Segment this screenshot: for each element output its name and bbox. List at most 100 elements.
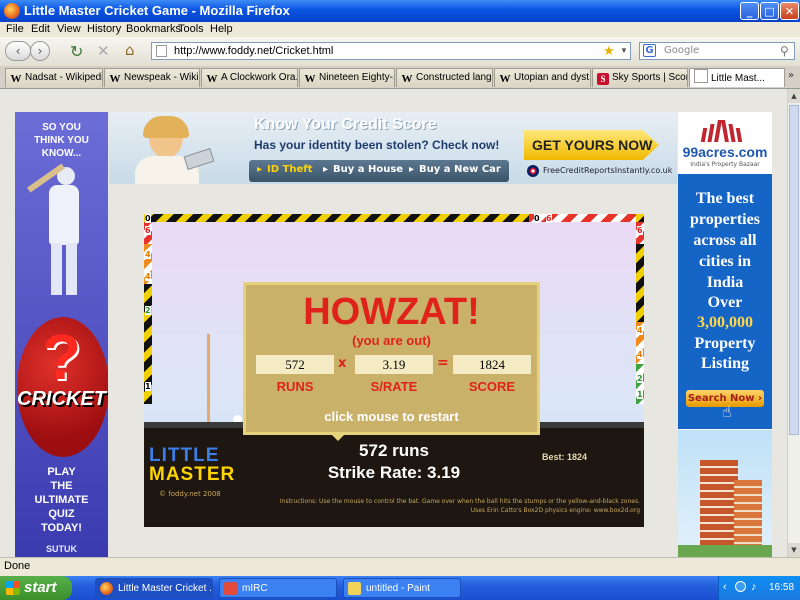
get-yours-now-button[interactable]: GET YOURS NOW: [524, 130, 659, 160]
zone-number: 4: [145, 272, 151, 281]
howzat-dialog[interactable]: HOWZAT! (you are out) 572 x 3.19 = 1824 …: [243, 282, 540, 435]
runs-value: 572: [256, 355, 334, 374]
batsman-figure: [27, 163, 90, 297]
reload-icon[interactable]: ↻: [70, 42, 83, 61]
zone-number: 6: [637, 226, 643, 235]
zone-number: 2: [145, 306, 151, 315]
zone-number: 6: [145, 226, 151, 235]
mirc-icon: [224, 582, 237, 595]
tab-utopian[interactable]: W Utopian and dyst...: [494, 68, 591, 87]
firefox-icon: [100, 582, 113, 595]
windows-taskbar: start Little Master Cricket ... mIRC unt…: [0, 576, 800, 600]
copyright: © foddy.net 2008: [159, 490, 221, 498]
99acres-body: The best properties across all cities in…: [690, 190, 760, 291]
tab-little-master[interactable]: Little Mast...: [689, 68, 785, 87]
menu-view[interactable]: View: [57, 23, 81, 35]
menu-edit[interactable]: Edit: [31, 23, 50, 35]
little-master-logo-bottom: MASTER: [149, 464, 236, 485]
question-mark: ?: [41, 321, 82, 393]
tab-sky-sports[interactable]: SSky Sports | Scor...: [592, 68, 688, 87]
search-box[interactable]: G Google ⚲: [639, 42, 795, 60]
cricket-quiz-ad[interactable]: SO YOU THINK YOU KNOW... ? CRICKET PLAY …: [15, 112, 108, 557]
scroll-down-arrow-icon[interactable]: ▼: [788, 543, 800, 557]
address-bar[interactable]: http://www.foddy.net/Cricket.html ★ ▼: [151, 42, 631, 60]
page-viewport: SO YOU THINK YOU KNOW... ? CRICKET PLAY …: [0, 89, 787, 557]
uk-flag-icon: [527, 165, 539, 177]
buy-car-link[interactable]: Buy a New Car: [419, 164, 501, 175]
taskbar-item-firefox[interactable]: Little Master Cricket ...: [95, 578, 213, 598]
menu-bar: File Edit View History Bookmarks Tools H…: [0, 22, 800, 37]
cricket-brand: CRICKET: [17, 388, 106, 410]
ad-cta-1: PLAY: [47, 466, 76, 478]
tab-constructed-lang[interactable]: W Constructed lang...: [396, 68, 493, 87]
vertical-scrollbar[interactable]: ▲ ▼: [787, 89, 800, 557]
99acres-tagline: India's Property Bazaar: [690, 161, 760, 168]
runs-label: RUNS: [276, 379, 314, 394]
windows-logo-icon: [6, 581, 20, 595]
taskbar-item-paint[interactable]: untitled - Paint: [343, 578, 461, 598]
scroll-thumb[interactable]: [789, 105, 799, 435]
minimize-button[interactable]: _: [740, 2, 759, 20]
volume-icon[interactable]: ♪: [751, 576, 757, 599]
times-sign: x: [338, 356, 347, 371]
close-button[interactable]: ✕: [780, 2, 799, 20]
scroll-up-arrow-icon[interactable]: ▲: [788, 89, 800, 103]
equals-sign: =: [437, 355, 449, 371]
url-text: http://www.foddy.net/Cricket.html: [174, 45, 334, 57]
game-instructions: Instructions: Use the mouse to control t…: [279, 498, 640, 505]
home-icon[interactable]: ⌂: [125, 41, 135, 59]
search-magnifier-icon[interactable]: ⚲: [780, 43, 789, 59]
system-tray: ‹ ♪ 16:58: [718, 576, 800, 600]
cricket-game-canvas[interactable]: 0 0 6 6 4 4 2 1 6 4 4 2 1 HOWZAT! (you a…: [144, 214, 644, 527]
menu-tools[interactable]: Tools: [178, 23, 204, 35]
tray-expand-icon[interactable]: ‹: [723, 576, 727, 599]
status-bar: Done: [0, 557, 800, 576]
wikipedia-icon: W: [499, 73, 511, 85]
dropdown-arrow-icon[interactable]: ▼: [620, 43, 628, 59]
howzat-title: HOWZAT!: [303, 291, 480, 333]
forward-button[interactable]: ›: [30, 41, 50, 61]
taskbar-item-mirc[interactable]: mIRC: [219, 578, 337, 598]
tab-newspeak[interactable]: WNewspeak - Wikip...: [104, 68, 200, 87]
zone-number: 4: [145, 250, 151, 259]
out-subtitle: (you are out): [352, 333, 431, 348]
wikipedia-icon: W: [109, 73, 121, 85]
zone-number: 1: [145, 382, 151, 391]
maximize-button[interactable]: □: [760, 2, 779, 20]
stop-icon[interactable]: ✕: [97, 42, 110, 60]
buy-house-link[interactable]: Buy a House: [333, 164, 403, 175]
start-button[interactable]: start: [0, 576, 72, 600]
search-placeholder: Google: [664, 45, 700, 56]
credit-score-banner[interactable]: Know Your Credit Score Has your identity…: [109, 112, 677, 184]
tab-nadsat[interactable]: WNadsat - Wikipedi...: [5, 68, 103, 87]
tab-strip: WNadsat - Wikipedi... WNewspeak - Wikip.…: [0, 66, 800, 89]
bookmark-star-icon[interactable]: ★: [603, 43, 615, 59]
score-value: 1824: [453, 355, 531, 374]
physics-credit: Uses Erin Catto's Box2D physics engine: …: [470, 507, 640, 514]
network-icon[interactable]: [735, 581, 746, 592]
best-score: Best: 1824: [542, 452, 588, 462]
menu-bookmarks[interactable]: Bookmarks: [126, 23, 181, 35]
tab-list-arrow-icon[interactable]: »: [788, 70, 794, 81]
menu-history[interactable]: History: [87, 23, 121, 35]
menu-file[interactable]: File: [6, 23, 24, 35]
menu-help[interactable]: Help: [210, 23, 233, 35]
window-title-bar[interactable]: Little Master Cricket Game - Mozilla Fir…: [0, 0, 800, 22]
restart-instruction[interactable]: click mouse to restart: [246, 409, 537, 424]
page-icon: [156, 45, 167, 57]
99acres-over: Over: [707, 294, 743, 311]
building-bars-icon: [698, 118, 748, 142]
ad-line-2: THINK YOU: [34, 135, 89, 146]
ad-cta-2: THE: [50, 480, 73, 492]
strike-rate-label: S/RATE: [370, 379, 418, 394]
back-button[interactable]: ‹: [5, 41, 31, 61]
zone-number: 1: [637, 390, 643, 399]
hand-cursor-icon: ☝: [722, 402, 732, 421]
forward-arrow-icon: ›: [37, 44, 43, 58]
tab-clockwork-orange[interactable]: WA Clockwork Ora...: [201, 68, 298, 87]
tab-nineteen-eighty[interactable]: W Nineteen Eighty-...: [299, 68, 395, 87]
wikipedia-icon: W: [304, 73, 316, 85]
id-theft-link[interactable]: ID Theft: [267, 164, 312, 175]
99acres-ad[interactable]: 99acres.com India's Property Bazaar The …: [678, 112, 772, 557]
little-master-logo-top: LITTLE: [149, 445, 220, 466]
